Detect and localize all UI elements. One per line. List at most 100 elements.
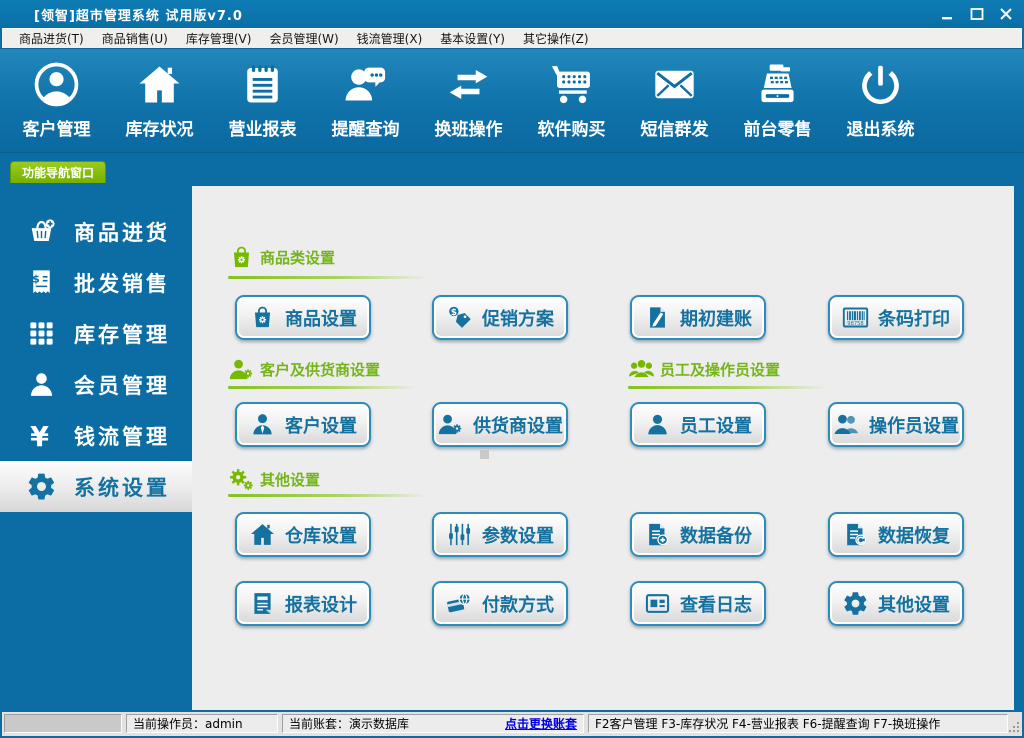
menu-item-inventory[interactable]: 库存管理(V) <box>177 30 261 47</box>
report-design-button[interactable]: 报表设计 <box>235 581 371 626</box>
sidebar-item-system-settings[interactable]: 系统设置 <box>0 461 192 512</box>
toolbar-business-report[interactable]: 营业报表 <box>211 61 314 152</box>
section-header-products: 商品类设置 <box>228 244 335 271</box>
barcode-print-button[interactable]: 98758 条码打印 <box>828 295 964 340</box>
section-header-other: 其他设置 <box>228 466 320 493</box>
titlebar: [领智]超市管理系统 试用版v7.0 <box>0 0 1024 28</box>
person-gear-icon <box>437 411 464 438</box>
toolbar-software-purchase[interactable]: 软件购买 <box>520 61 623 152</box>
view-log-button[interactable]: 查看日志 <box>630 581 766 626</box>
button-label: 条码打印 <box>878 305 950 331</box>
minimize-icon[interactable] <box>940 7 956 21</box>
customer-settings-button[interactable]: 客户设置 <box>235 402 371 447</box>
resize-grip[interactable] <box>1008 721 1020 733</box>
basket-plus-icon <box>26 216 57 247</box>
toolbar-label: 客户管理 <box>23 115 91 140</box>
shopping-cart-icon <box>548 61 595 108</box>
section-underline <box>228 386 418 389</box>
sidebar-item-inventory[interactable]: 库存管理 <box>0 308 192 359</box>
person-icon <box>644 411 671 438</box>
section-title: 商品类设置 <box>260 247 335 268</box>
warehouse-settings-button[interactable]: 仓库设置 <box>235 512 371 557</box>
button-label: 客户设置 <box>285 412 357 438</box>
toolbar-inventory-status[interactable]: 库存状况 <box>108 61 211 152</box>
section-title: 其他设置 <box>260 469 320 490</box>
parameter-settings-button[interactable]: 参数设置 <box>432 512 568 557</box>
section-header-employees-operators: 员工及操作员设置 <box>628 356 780 383</box>
operator-settings-button[interactable]: 操作员设置 <box>828 402 964 447</box>
toolbar-pos-retail[interactable]: 前台零售 <box>726 61 829 152</box>
price-tag-dollar-icon: $ <box>446 304 473 331</box>
menu-item-basic-settings[interactable]: 基本设置(Y) <box>431 30 514 47</box>
button-label: 报表设计 <box>285 591 357 617</box>
sidebar-item-purchase[interactable]: 商品进货 <box>0 206 192 257</box>
toolbar-reminder-query[interactable]: 提醒查询 <box>314 61 417 152</box>
sync-arrows-icon <box>445 61 492 108</box>
yen-icon: ¥ <box>26 420 57 451</box>
button-label: 查看日志 <box>680 591 752 617</box>
toolbar-sms-broadcast[interactable]: 短信群发 <box>623 61 726 152</box>
section-header-customers-suppliers: 客户及供货商设置 <box>228 356 380 383</box>
sidebar: 商品进货 $ 批发销售 库存管理 会员管理 ¥ 钱流管理 系统设置 <box>0 186 192 710</box>
section-underline <box>228 276 428 279</box>
button-label: 参数设置 <box>482 522 554 548</box>
promotion-plan-button[interactable]: $ 促销方案 <box>432 295 568 340</box>
status-hotkeys: F2客户管理 F3-库存状况 F4-营业报表 F6-提醒查询 F7-换班操作 <box>588 714 1008 733</box>
sidebar-item-label: 库存管理 <box>74 319 170 349</box>
notepad-icon <box>239 61 286 108</box>
other-settings-button[interactable]: 其他设置 <box>828 581 964 626</box>
document-restore-icon <box>842 521 869 548</box>
receipt-dollar-icon: $ <box>26 267 57 298</box>
sidebar-item-wholesale[interactable]: $ 批发销售 <box>0 257 192 308</box>
toolbar-customer-mgmt[interactable]: 客户管理 <box>5 61 108 152</box>
button-label: 数据备份 <box>680 522 752 548</box>
sidebar-item-label: 钱流管理 <box>74 421 170 451</box>
close-icon[interactable] <box>998 7 1014 21</box>
two-people-icon <box>833 411 860 438</box>
toolbar-exit-system[interactable]: 退出系统 <box>829 61 932 152</box>
menu-item-membership[interactable]: 会员管理(W) <box>260 30 347 47</box>
gear-icon <box>842 590 869 617</box>
employee-settings-button[interactable]: 员工设置 <box>630 402 766 447</box>
person-chat-icon <box>342 61 389 108</box>
sidebar-item-membership[interactable]: 会员管理 <box>0 359 192 410</box>
menubar: 商品进货(T) 商品销售(U) 库存管理(V) 会员管理(W) 钱流管理(X) … <box>2 28 1022 49</box>
sidebar-item-label: 会员管理 <box>74 370 170 400</box>
menu-item-purchase[interactable]: 商品进货(T) <box>10 30 93 47</box>
product-settings-button[interactable]: 商品设置 <box>235 295 371 340</box>
window-title: [领智]超市管理系统 试用版v7.0 <box>34 5 243 24</box>
credit-card-globe-icon <box>446 590 473 617</box>
button-label: 促销方案 <box>482 305 554 331</box>
switch-account-link[interactable]: 点击更换账套 <box>505 715 577 732</box>
function-nav-tab[interactable]: 功能导航窗口 <box>10 161 106 183</box>
data-backup-button[interactable]: 数据备份 <box>630 512 766 557</box>
cash-register-icon <box>754 61 801 108</box>
status-empty-panel <box>4 714 122 733</box>
data-restore-button[interactable]: 数据恢复 <box>828 512 964 557</box>
toolbar-label: 退出系统 <box>847 115 915 140</box>
person-tie-icon <box>249 411 276 438</box>
button-label: 数据恢复 <box>878 522 950 548</box>
toolbar-label: 短信群发 <box>641 115 709 140</box>
log-window-icon <box>644 590 671 617</box>
sidebar-item-cashflow[interactable]: ¥ 钱流管理 <box>0 410 192 461</box>
user-circle-icon <box>33 61 80 108</box>
supplier-settings-button[interactable]: 供货商设置 <box>432 402 568 447</box>
main-panel: 商品类设置 商品设置 $ 促销方案 期初建账 98758 条码打印 客户及供货商… <box>192 186 1014 710</box>
toolbar-shift-change[interactable]: 换班操作 <box>417 61 520 152</box>
app-window: [领智]超市管理系统 试用版v7.0 商品进货(T) 商品销售(U) 库存管理(… <box>0 0 1024 738</box>
initial-account-button[interactable]: 期初建账 <box>630 295 766 340</box>
svg-text:¥: ¥ <box>30 422 53 451</box>
menu-item-sales[interactable]: 商品销售(U) <box>93 30 177 47</box>
payment-method-button[interactable]: 付款方式 <box>432 581 568 626</box>
status-operator: 当前操作员：admin <box>126 714 278 733</box>
menu-item-other-ops[interactable]: 其它操作(Z) <box>514 30 598 47</box>
sliders-icon <box>446 521 473 548</box>
menu-item-cashflow[interactable]: 钱流管理(X) <box>348 30 432 47</box>
maximize-icon[interactable] <box>969 7 985 21</box>
toolbar-label: 前台零售 <box>744 115 812 140</box>
sidebar-item-label: 批发销售 <box>74 268 170 298</box>
status-account: 当前账套：演示数据库 <box>289 715 409 732</box>
sidebar-item-label: 商品进货 <box>74 217 170 247</box>
toolbar-label: 提醒查询 <box>332 115 400 140</box>
